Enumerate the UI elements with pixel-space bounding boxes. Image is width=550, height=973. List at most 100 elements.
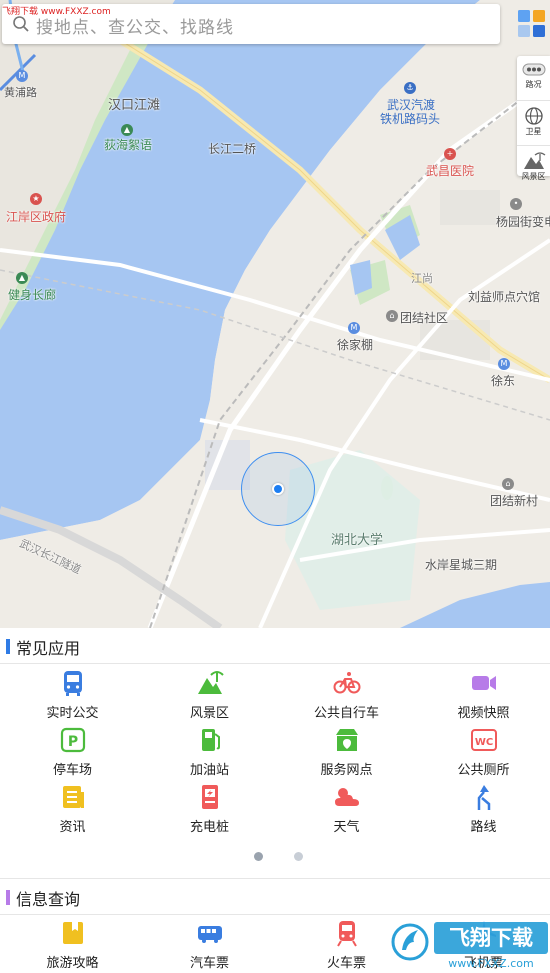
scenic-toggle[interactable]: 风景区 [517, 151, 550, 191]
page-dot-active[interactable] [254, 852, 263, 861]
map-label-liuyishi: 刘益师点穴馆 [468, 290, 541, 304]
app-parking[interactable]: P 停车场 [4, 725, 141, 781]
toilet-icon: WC [470, 729, 497, 751]
app-travel-guide[interactable]: 旅游攻略 [4, 918, 141, 973]
app-label: 充电桩 [189, 820, 229, 835]
watermark-brand: 飞翔下载 [449, 926, 533, 950]
route-icon [477, 785, 490, 810]
watermark-url: www.FXXZ.com [448, 957, 533, 970]
satellite-icon [524, 107, 543, 125]
page-dot[interactable] [294, 852, 303, 861]
app-label: 资讯 [59, 820, 86, 835]
app-weather[interactable]: 天气 [278, 782, 415, 838]
app-label: 旅游攻略 [46, 956, 99, 971]
app-news[interactable]: 资讯 [4, 782, 141, 838]
charging-pile-icon [201, 785, 218, 809]
map-label-jianshen: 健身长廊 [8, 288, 57, 302]
app-service-point[interactable]: 服务网点 [278, 725, 415, 781]
map-label-shuian-xingcheng: 水岸星城三期 [425, 558, 498, 572]
svg-text:WC: WC [474, 737, 492, 748]
park-icon: ▲ [16, 272, 28, 284]
app-label: 公共自行车 [313, 706, 379, 721]
travel-guide-icon [62, 922, 83, 944]
community-icon: ⌂ [386, 310, 398, 322]
app-label: 服务网点 [320, 763, 373, 778]
hospital-icon: + [444, 148, 456, 160]
app-realtime-bus[interactable]: 实时公交 [4, 668, 141, 724]
watermark-logo-graphic: 飞翔下载 www.FXXZ.com [390, 922, 548, 970]
app-charging-pile[interactable]: 充电桩 [141, 782, 278, 838]
watermark-logo: 飞翔下载 www.FXXZ.com [388, 912, 550, 972]
section-accent-bar [6, 890, 10, 905]
app-public-bicycle[interactable]: 公共自行车 [278, 668, 415, 724]
map-tools-panel: 路况 卫星 风景区 [517, 56, 550, 181]
scenic-icon [197, 671, 224, 694]
metro-icon: M [348, 322, 360, 334]
parking-icon: P [60, 727, 85, 753]
app-video-snapshot[interactable]: 视频快照 [415, 668, 550, 724]
coach-ticket-icon [197, 926, 222, 943]
app-scenic[interactable]: 风景区 [141, 668, 278, 724]
app-label: 实时公交 [46, 706, 99, 721]
map-label-xudong: 徐东 [491, 374, 516, 388]
map-label-hubei-university: 湖北大学 [331, 533, 384, 548]
satellite-toggle[interactable]: 卫星 [517, 106, 550, 146]
app-label: 汽车票 [189, 956, 229, 971]
app-label: 风景区 [189, 706, 229, 721]
map-base [0, 0, 550, 628]
map-label-yangyuan: 杨园街变电 [496, 215, 550, 229]
scenic-icon [523, 152, 545, 169]
map-label-wuchang-hospital: 武昌医院 [426, 164, 475, 178]
community-icon: ⌂ [502, 478, 514, 490]
weather-icon [334, 788, 359, 806]
map-view[interactable]: 汉口江滩 ▲ 荻海絮语 长江二桥 M 黄浦路 ★ 江岸区政府 ▲ 健身长廊 ⚓ … [0, 0, 550, 628]
substation-icon: • [510, 198, 522, 210]
train-ticket-icon [336, 921, 357, 947]
map-label-yuanhai: 荻海絮语 [104, 138, 153, 152]
traffic-icon [522, 63, 545, 76]
gas-station-icon [201, 729, 220, 751]
bus-icon [63, 671, 82, 696]
common-apps-header: 常见应用 [0, 628, 550, 664]
app-coach-ticket[interactable]: 汽车票 [141, 918, 278, 973]
app-root: 汉口江滩 ▲ 荻海絮语 长江二桥 M 黄浦路 ★ 江岸区政府 ▲ 健身长廊 ⚓ … [0, 0, 550, 973]
map-label-jiangan-gov: 江岸区政府 [6, 210, 67, 224]
app-gas-station[interactable]: 加油站 [141, 725, 278, 781]
app-route[interactable]: 路线 [415, 782, 550, 838]
government-icon: ★ [30, 193, 42, 205]
layers-button[interactable] [516, 6, 548, 40]
map-label-rail-ferry: 铁机路码头 [380, 112, 441, 126]
info-query-title: 信息查询 [16, 890, 81, 909]
service-point-icon [335, 729, 358, 751]
poi-icon: ▲ [121, 124, 133, 136]
app-public-toilet[interactable]: WC 公共厕所 [415, 725, 550, 781]
app-label: 视频快照 [457, 706, 510, 721]
app-label: 停车场 [52, 763, 92, 778]
current-location-dot[interactable] [272, 483, 284, 495]
traffic-toggle[interactable]: 路况 [517, 61, 550, 101]
metro-icon: M [16, 70, 28, 82]
traffic-label: 路况 [525, 80, 542, 89]
search-icon [13, 16, 29, 32]
common-apps-title: 常见应用 [16, 639, 81, 658]
map-label-tuanjie-xincun: 团结新村 [490, 494, 539, 508]
ferry-icon: ⚓ [404, 82, 416, 94]
page-indicator [0, 852, 550, 862]
video-icon [471, 676, 496, 690]
map-label-tuanjie-community: 团结社区 [400, 311, 449, 325]
watermark-top: 飞翔下载 www.FXXZ.com [2, 7, 111, 17]
map-label-jiangshang: 江尚 [411, 272, 433, 285]
map-label-hankou-jiangtan: 汉口江滩 [108, 98, 161, 113]
bicycle-icon [333, 672, 360, 694]
metro-icon: M [498, 358, 510, 370]
app-label: 路线 [470, 820, 497, 835]
satellite-label: 卫星 [525, 127, 542, 136]
scenic-label: 风景区 [521, 172, 546, 181]
map-label-xujiapeng: 徐家棚 [337, 338, 374, 352]
app-label: 天气 [333, 820, 360, 835]
app-label: 加油站 [189, 763, 229, 778]
map-label-huangpu-road: 黄浦路 [4, 86, 37, 99]
svg-text:P: P [67, 734, 77, 750]
news-icon [62, 786, 84, 808]
info-query-header: 信息查询 [0, 879, 550, 915]
